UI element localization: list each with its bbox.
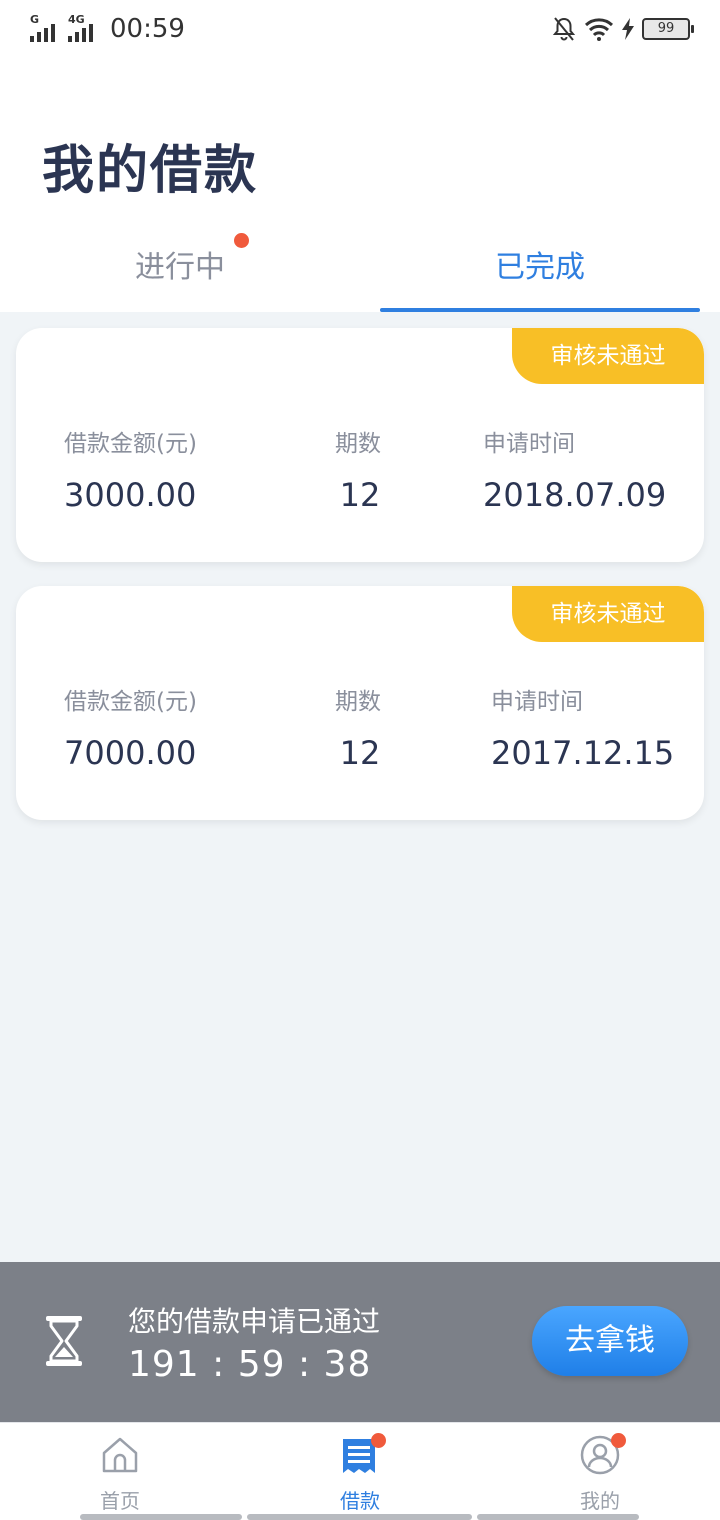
signal-4g-label: 4G [68, 13, 85, 26]
get-money-button[interactable]: 去拿钱 [532, 1306, 688, 1376]
bell-off-icon [552, 17, 576, 41]
gesture-bar [247, 1514, 472, 1520]
bottom-nav: 首页 借款 我的 [0, 1422, 720, 1520]
status-badge: 审核未通过 [512, 328, 704, 384]
loan-term: 期数 12 [335, 424, 384, 514]
nav-mine-label: 我的 [580, 1489, 620, 1513]
countdown-timer: 191 : 59 : 38 [128, 1344, 372, 1385]
nav-item-mine[interactable]: 我的 [480, 1423, 720, 1520]
tab-in-progress[interactable]: 进行中 [0, 230, 360, 312]
status-left: G 4G 00:59 [30, 12, 185, 46]
status-right: 99 [552, 14, 694, 44]
term-label: 期数 [335, 689, 381, 715]
amount-value: 3000.00 [64, 476, 197, 514]
date-value: 2017.12.15 [491, 734, 675, 772]
active-tab-indicator [380, 308, 700, 312]
home-icon [102, 1437, 138, 1473]
page-title: 我的借款 [42, 141, 259, 201]
status-bar: G 4G 00:59 99 [0, 0, 720, 58]
tab-in-progress-label: 进行中 [135, 250, 225, 285]
hourglass-icon [46, 1316, 82, 1366]
nav-item-loan[interactable]: 借款 [240, 1423, 480, 1520]
loan-amount: 借款金额(元) 7000.00 [64, 682, 197, 772]
nav-loan-label: 借款 [340, 1489, 380, 1513]
date-value: 2018.07.09 [483, 476, 667, 514]
charging-bolt-icon [622, 18, 634, 40]
nav-home-label: 首页 [100, 1489, 140, 1513]
notification-dot [371, 1433, 386, 1448]
amount-label: 借款金额(元) [64, 689, 197, 715]
tab-completed[interactable]: 已完成 [360, 230, 720, 312]
tab-bar: 进行中 已完成 [0, 230, 720, 312]
notice-text: 您的借款申请已通过 [128, 1305, 381, 1338]
notification-dot [234, 233, 249, 248]
battery-icon: 99 [642, 18, 694, 40]
status-badge: 审核未通过 [512, 586, 704, 642]
term-label: 期数 [335, 431, 381, 457]
term-value: 12 [339, 476, 381, 514]
amount-value: 7000.00 [64, 734, 197, 772]
signal-icon: G [30, 14, 62, 44]
notification-dot [611, 1433, 626, 1448]
loan-date: 申请时间 2017.12.15 [491, 682, 674, 772]
battery-level: 99 [657, 21, 675, 36]
gesture-bar [477, 1514, 639, 1520]
loan-card[interactable]: 审核未通过 借款金额(元) 3000.00 期数 12 申请时间 2018.07… [16, 328, 704, 562]
nav-item-home[interactable]: 首页 [0, 1423, 240, 1520]
gesture-bar [80, 1514, 242, 1520]
signal-label: G [30, 13, 40, 26]
loan-amount: 借款金额(元) 3000.00 [64, 424, 197, 514]
amount-label: 借款金额(元) [64, 431, 197, 457]
date-label: 申请时间 [491, 689, 583, 715]
tab-completed-label: 已完成 [495, 250, 585, 285]
wifi-icon [584, 18, 614, 41]
loan-date: 申请时间 2018.07.09 [483, 424, 666, 514]
signal-4g-icon: 4G [68, 14, 100, 44]
loan-term: 期数 12 [335, 682, 384, 772]
approval-notice-bar: 您的借款申请已通过 191 : 59 : 38 去拿钱 [0, 1262, 720, 1422]
date-label: 申请时间 [483, 431, 575, 457]
term-value: 12 [339, 734, 381, 772]
status-time: 00:59 [110, 14, 185, 44]
loan-card[interactable]: 审核未通过 借款金额(元) 7000.00 期数 12 申请时间 2017.12… [16, 586, 704, 820]
